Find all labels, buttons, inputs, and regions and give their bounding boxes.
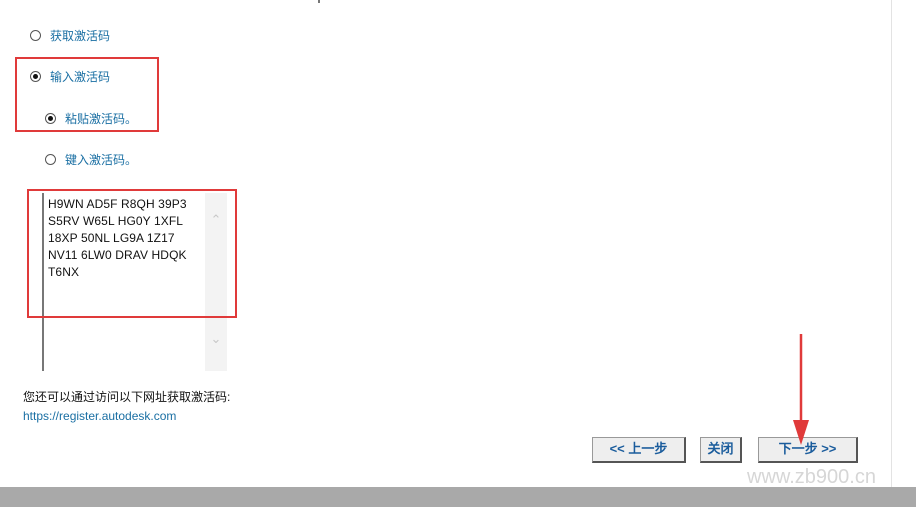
get-code-radio[interactable] [30, 30, 41, 41]
option-enter-code[interactable]: 输入激活码 [30, 68, 110, 85]
watermark: www.zb900.cn [747, 466, 876, 488]
paste-code-radio[interactable] [45, 113, 56, 124]
red-arrow-annotation [793, 334, 809, 445]
bottom-bar [0, 487, 916, 507]
enter-code-radio[interactable] [30, 71, 41, 82]
scroll-down-icon[interactable]: ⌄ [209, 332, 223, 346]
register-link[interactable]: https://register.autodesk.com [23, 409, 176, 423]
enter-code-label: 输入激活码 [50, 70, 111, 84]
back-button[interactable]: << 上一步 [592, 437, 686, 463]
paste-code-label: 粘贴激活码。 [65, 112, 138, 126]
option-type-code[interactable]: 键入激活码。 [45, 151, 137, 168]
type-code-label: 键入激活码。 [65, 153, 138, 167]
get-code-label: 获取激活码 [50, 29, 111, 43]
option-paste-code[interactable]: 粘贴激活码。 [45, 110, 137, 127]
right-divider [891, 0, 892, 487]
type-code-radio[interactable] [45, 154, 56, 165]
top-mark [318, 0, 320, 3]
info-text: 您还可以通过访问以下网址获取激活码: [23, 390, 231, 404]
close-button[interactable]: 关闭 [700, 437, 742, 463]
highlight-box-code [27, 189, 237, 318]
arrow-head [793, 420, 809, 445]
option-get-code[interactable]: 获取激活码 [30, 27, 110, 44]
